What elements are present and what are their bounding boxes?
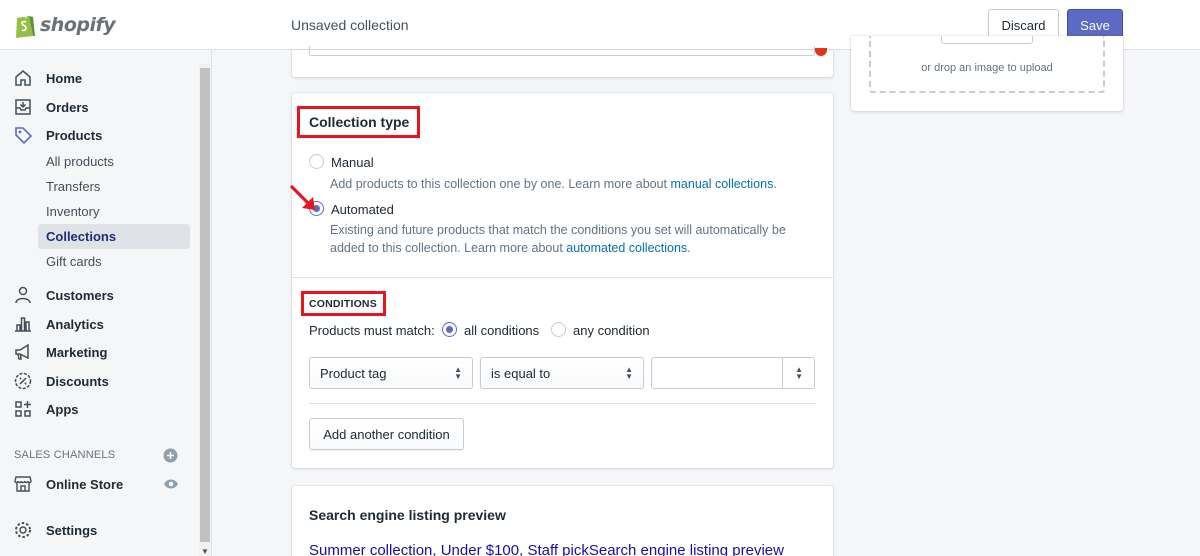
automated-help: Existing and future products that match … bbox=[330, 223, 786, 255]
collection-type-title: Collection type bbox=[309, 114, 410, 130]
condition-value-input[interactable]: ▲ ▼ bbox=[651, 357, 815, 389]
shopify-bag-icon bbox=[16, 12, 35, 38]
sidebar-item-label: Customers bbox=[46, 287, 114, 303]
condition-divider bbox=[309, 403, 816, 404]
condition-operator-value: is equal to bbox=[491, 365, 551, 381]
sidebar-item-orders[interactable]: Orders bbox=[0, 94, 200, 120]
sales-channels-title: SALES CHANNELS bbox=[14, 449, 116, 461]
sidebar-subitem-transfers[interactable]: Transfers bbox=[38, 174, 190, 199]
select-chevron-icon: ▲ ▼ bbox=[625, 365, 633, 381]
home-icon bbox=[15, 70, 31, 86]
page-title: Unsaved collection bbox=[291, 17, 409, 33]
seo-preview-text: Summer collection, Under $100, Staff pic… bbox=[309, 542, 784, 556]
red-arrow-icon bbox=[290, 185, 315, 210]
manual-help-text: Add products to this collection one by o… bbox=[330, 177, 777, 191]
manual-radio[interactable] bbox=[309, 154, 324, 169]
input-divider bbox=[782, 358, 783, 388]
sidebar-item-label: Orders bbox=[46, 99, 89, 115]
sidebar: Home Orders Products All products Transf… bbox=[0, 50, 212, 556]
add-channel-icon[interactable] bbox=[163, 448, 178, 463]
any-condition-label: any condition bbox=[573, 323, 650, 338]
eye-icon[interactable] bbox=[163, 478, 179, 490]
automated-label: Automated bbox=[331, 202, 394, 217]
collection-type-card: Collection type Manual Add products to t… bbox=[292, 93, 833, 468]
sidebar-item-products[interactable]: Products bbox=[0, 122, 200, 148]
automated-help-text: Existing and future products that match … bbox=[330, 223, 786, 255]
image-card: or drop an image to upload bbox=[851, 36, 1123, 111]
select-chevron-icon: ▲ ▼ bbox=[454, 365, 462, 381]
sidebar-item-marketing[interactable]: Marketing bbox=[0, 339, 200, 365]
condition-operator-select[interactable]: is equal to ▲ ▼ bbox=[480, 357, 644, 389]
sidebar-scrollbar[interactable]: ▼ bbox=[199, 64, 211, 556]
megaphone-icon bbox=[15, 343, 29, 360]
sidebar-item-settings[interactable]: Settings bbox=[0, 517, 200, 543]
shopify-logo[interactable]: shopify bbox=[14, 12, 116, 38]
seo-title: Search engine listing preview bbox=[309, 507, 506, 523]
logo-text: shopify bbox=[40, 14, 116, 36]
image-dropzone[interactable]: or drop an image to upload bbox=[869, 36, 1105, 93]
scroll-down-arrow-icon[interactable]: ▼ bbox=[201, 547, 209, 556]
sidebar-item-label: Marketing bbox=[46, 344, 108, 360]
manual-collections-link[interactable]: manual collections bbox=[671, 177, 774, 191]
any-condition-radio[interactable] bbox=[551, 322, 566, 337]
title-card bbox=[292, 46, 833, 77]
sidebar-item-label: Discounts bbox=[46, 373, 109, 389]
discount-icon bbox=[14, 372, 32, 390]
analytics-icon bbox=[15, 317, 31, 332]
sidebar-subitem-all-products[interactable]: All products bbox=[38, 149, 190, 174]
scrollbar-thumb[interactable] bbox=[200, 68, 210, 542]
sidebar-item-label: Apps bbox=[46, 401, 79, 417]
conditions-title: CONDITIONS bbox=[309, 298, 377, 310]
error-indicator bbox=[815, 48, 827, 56]
drop-image-text: or drop an image to upload bbox=[921, 62, 1053, 74]
add-condition-button[interactable]: Add another condition bbox=[309, 418, 464, 450]
all-conditions-label: all conditions bbox=[464, 323, 540, 338]
orders-icon bbox=[15, 99, 31, 115]
gear-icon bbox=[15, 522, 31, 538]
all-conditions-radio[interactable] bbox=[442, 322, 457, 337]
sidebar-item-label: Products bbox=[46, 127, 103, 143]
sidebar-item-label: Home bbox=[46, 70, 83, 86]
sidebar-subitem-collections[interactable]: Collections bbox=[38, 224, 190, 249]
sidebar-item-discounts[interactable]: Discounts bbox=[0, 368, 200, 394]
match-label: Products must match: bbox=[309, 323, 435, 338]
sidebar-item-apps[interactable]: Apps bbox=[0, 396, 200, 422]
tag-chevron-icon[interactable]: ▲ ▼ bbox=[795, 366, 803, 381]
sidebar-item-label: Online Store bbox=[46, 476, 124, 492]
sidebar-item-customers[interactable]: Customers bbox=[0, 282, 200, 308]
seo-card: Search engine listing preview Summer col… bbox=[292, 486, 833, 556]
upload-image-button[interactable] bbox=[941, 36, 1033, 44]
sidebar-item-analytics[interactable]: Analytics bbox=[0, 311, 200, 337]
apps-icon bbox=[15, 401, 31, 417]
sidebar-subitem-gift-cards[interactable]: Gift cards bbox=[38, 249, 190, 274]
manual-help: Add products to this collection one by o… bbox=[330, 177, 671, 191]
condition-field-select[interactable]: Product tag ▲ ▼ bbox=[309, 357, 473, 389]
section-divider bbox=[292, 277, 833, 278]
customers-icon bbox=[15, 286, 31, 304]
store-icon bbox=[14, 476, 32, 492]
sidebar-subitem-inventory[interactable]: Inventory bbox=[38, 199, 190, 224]
automated-collections-link[interactable]: automated collections bbox=[566, 241, 687, 255]
tag-icon bbox=[15, 127, 33, 145]
sidebar-item-home[interactable]: Home bbox=[0, 65, 200, 91]
manual-label: Manual bbox=[331, 155, 374, 170]
sidebar-item-label: Settings bbox=[46, 522, 98, 538]
partial-input[interactable] bbox=[309, 46, 815, 56]
sidebar-item-label: Analytics bbox=[46, 316, 104, 332]
condition-field-value: Product tag bbox=[320, 365, 387, 381]
